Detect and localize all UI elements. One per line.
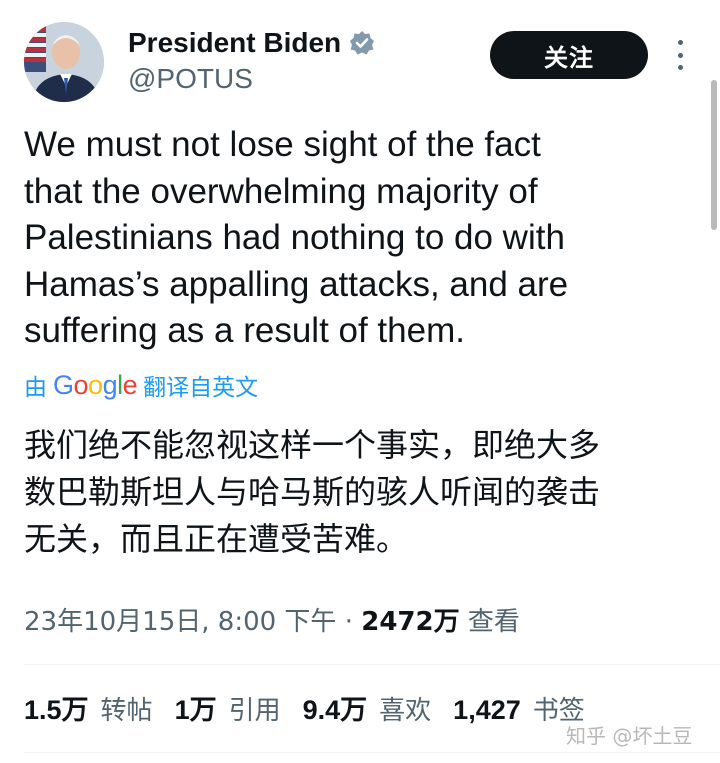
repost-stat[interactable]: 1.5万 转帖 <box>24 690 153 731</box>
watermark: 知乎 @坏土豆 <box>566 724 693 748</box>
dot <box>677 40 683 45</box>
tweet-line: Palestinians had nothing to do with <box>24 218 565 257</box>
engagement-stats: 1.5万 转帖 1万 引用 9.4万 喜欢 1,427 书签 <box>24 690 607 731</box>
user-handle[interactable]: @POTUS <box>128 62 253 96</box>
stat-label: 转帖 <box>100 696 153 726</box>
dot <box>677 52 683 58</box>
dot <box>677 65 683 70</box>
tweet-text: We must not lose sight of the fact that … <box>24 122 664 355</box>
google-logo: Google <box>53 369 138 400</box>
profile-avatar[interactable] <box>24 22 104 102</box>
tweet-line: Hamas’s appalling attacks, and are <box>24 264 569 304</box>
translated-line: 我们绝不能忽视这样一个事实，即绝大多 <box>24 426 601 464</box>
display-name[interactable]: President Biden <box>128 26 341 60</box>
scrollbar-thumb[interactable] <box>711 80 717 230</box>
translated-line: 数巴勒斯坦人与哈马斯的骇人听闻的袭击 <box>24 473 601 511</box>
views-label: 查看 <box>459 607 520 637</box>
divider <box>24 752 720 753</box>
stat-count: 1.5万 <box>24 695 89 725</box>
stat-label: 喜欢 <box>379 696 432 726</box>
translated-text: 我们绝不能忽视这样一个事实，即绝大多 数巴勒斯坦人与哈马斯的骇人听闻的袭击 无关… <box>24 422 684 563</box>
tweet-line: We must not lose sight of the fact <box>24 125 541 164</box>
timestamp[interactable]: 23年10月15日, 8:00 下午 · <box>24 607 361 637</box>
tweet-metadata: 23年10月15日, 8:00 下午 · 2472万 查看 <box>24 602 520 642</box>
avatar-photo <box>24 22 104 102</box>
stat-label: 引用 <box>228 696 281 726</box>
divider <box>24 664 720 665</box>
tweet-detail-page: President Biden @POTUS 关注 We must not lo… <box>0 0 720 763</box>
translation-suffix: 翻译自英文 <box>143 375 259 401</box>
stat-count: 9.4万 <box>302 695 368 725</box>
stat-count: 1万 <box>174 695 217 725</box>
more-options-icon[interactable] <box>672 40 688 70</box>
quote-stat[interactable]: 1万 引用 <box>175 690 281 731</box>
tweet-line: suffering as a result of them. <box>24 311 465 350</box>
verified-badge-icon <box>349 30 375 56</box>
translation-prefix: 由 <box>24 375 47 401</box>
translation-attribution[interactable]: 由 Google 翻译自英文 <box>24 368 258 402</box>
user-name-row[interactable]: President Biden <box>128 26 375 60</box>
follow-button[interactable]: 关注 <box>490 31 648 79</box>
views-count: 2472万 <box>361 607 460 637</box>
translated-line: 无关，而且正在遭受苦难。 <box>24 520 409 558</box>
like-stat[interactable]: 9.4万 喜欢 <box>303 690 432 731</box>
stat-count: 1,427 <box>453 695 521 725</box>
tweet-line: that the overwhelming majority of <box>24 171 538 211</box>
